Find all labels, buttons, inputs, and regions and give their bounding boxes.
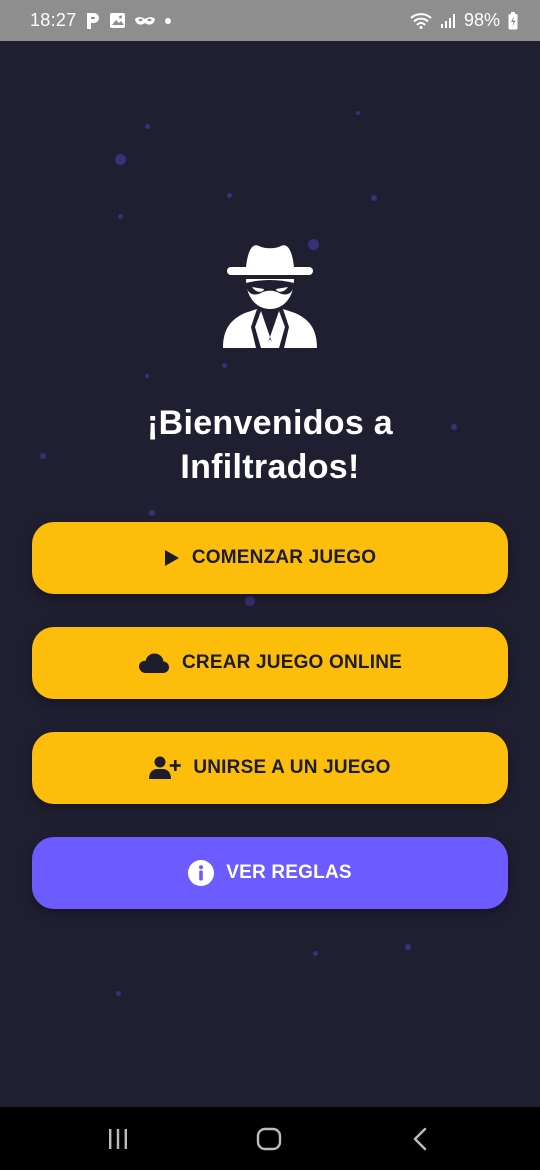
app-main: ¡Bienvenidos a Infiltrados! COMENZAR JUE…	[0, 41, 540, 1107]
status-time: 18:27	[30, 10, 77, 30]
background-dot	[149, 510, 155, 516]
add-user-icon	[149, 756, 182, 780]
background-dot	[245, 596, 255, 606]
background-dot	[118, 214, 123, 219]
welcome-title-line2: Infiltrados!	[180, 448, 360, 486]
background-dot	[405, 944, 411, 950]
background-dot	[116, 991, 121, 996]
create-online-game-label: CREAR JUEGO ONLINE	[181, 652, 402, 673]
home-icon[interactable]	[249, 1121, 289, 1157]
welcome-title: ¡Bienvenidos a Infiltrados!	[60, 401, 480, 489]
spy-icon	[221, 241, 319, 351]
cloud-icon	[138, 652, 170, 674]
play-icon	[164, 549, 180, 567]
background-dot	[371, 195, 377, 201]
parking-icon	[85, 12, 101, 30]
wifi-icon	[410, 12, 432, 29]
background-dot	[145, 124, 150, 129]
background-dot	[40, 453, 46, 459]
gallery-icon	[109, 12, 126, 29]
navigation-bar	[0, 1107, 540, 1170]
create-online-game-button[interactable]: CREAR JUEGO ONLINE	[32, 627, 508, 699]
start-game-button[interactable]: COMENZAR JUEGO	[32, 522, 508, 594]
eye-mask-icon	[134, 14, 156, 28]
notification-dot-icon	[164, 17, 172, 25]
status-bar: 18:27 98%	[0, 0, 540, 41]
join-game-label: UNIRSE A UN JUEGO	[193, 757, 391, 778]
status-left: 18:27	[30, 10, 172, 31]
background-dot	[313, 951, 318, 956]
status-right: 98%	[410, 10, 518, 31]
view-rules-label: VER REGLAS	[226, 862, 352, 883]
background-dot	[227, 193, 232, 198]
join-game-button[interactable]: UNIRSE A UN JUEGO	[32, 732, 508, 804]
background-dot	[145, 374, 149, 378]
battery-percent: 98%	[463, 10, 500, 30]
battery-charging-icon	[508, 11, 518, 30]
recent-apps-icon[interactable]	[98, 1121, 138, 1157]
start-game-label: COMENZAR JUEGO	[191, 547, 377, 568]
background-dot	[115, 154, 126, 165]
background-dot	[222, 363, 227, 368]
back-icon[interactable]	[400, 1121, 440, 1157]
signal-icon	[440, 13, 456, 29]
view-rules-button[interactable]: VER REGLAS	[32, 837, 508, 909]
background-dot	[356, 111, 360, 115]
info-icon	[188, 860, 215, 886]
welcome-title-line1: ¡Bienvenidos a	[146, 404, 394, 442]
